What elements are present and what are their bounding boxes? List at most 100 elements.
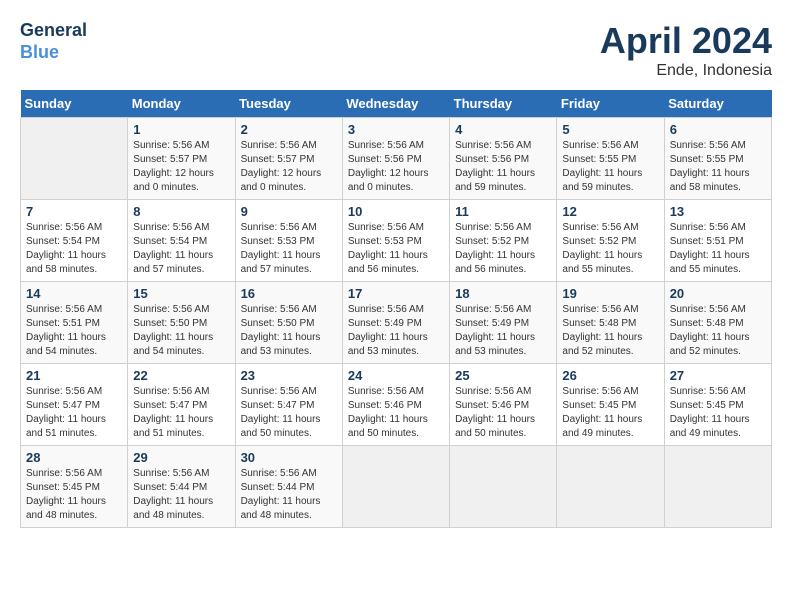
- day-number: 1: [133, 122, 229, 137]
- day-number: 22: [133, 368, 229, 383]
- calendar-week-5: 28 Sunrise: 5:56 AMSunset: 5:45 PMDayligh…: [21, 446, 772, 528]
- calendar-cell: 16 Sunrise: 5:56 AMSunset: 5:50 PMDayligh…: [235, 282, 342, 364]
- calendar-cell: 17Sunrise: 5:56 AMSunset: 5:49 PMDayligh…: [342, 282, 449, 364]
- calendar-cell: 30 Sunrise: 5:56 AMSunset: 5:44 PMDayligh…: [235, 446, 342, 528]
- logo-general: General: [20, 20, 87, 42]
- day-info: Sunrise: 5:56 AMSunset: 5:44 PMDaylight:…: [241, 467, 337, 523]
- day-number: 7: [26, 204, 122, 219]
- day-number: 2: [241, 122, 337, 137]
- day-info: Sunrise: 5:56 AMSunset: 5:46 PMDaylight:…: [348, 385, 444, 441]
- day-number: 13: [670, 204, 766, 219]
- day-header-sunday: Sunday: [21, 90, 128, 118]
- day-number: 14: [26, 286, 122, 301]
- calendar-cell: 26Sunrise: 5:56 AMSunset: 5:45 PMDayligh…: [557, 364, 664, 446]
- calendar-week-2: 7 Sunrise: 5:56 AMSunset: 5:54 PMDaylight…: [21, 200, 772, 282]
- calendar-cell: 19 Sunrise: 5:56 AMSunset: 5:48 PMDayligh…: [557, 282, 664, 364]
- day-info: Sunrise: 5:56 AMSunset: 5:55 PMDaylight:…: [670, 139, 766, 195]
- day-header-thursday: Thursday: [450, 90, 557, 118]
- calendar-cell: 14 Sunrise: 5:56 AMSunset: 5:51 PMDayligh…: [21, 282, 128, 364]
- day-number: 24: [348, 368, 444, 383]
- day-info: Sunrise: 5:56 AMSunset: 5:45 PMDaylight:…: [670, 385, 766, 441]
- day-number: 30: [241, 450, 337, 465]
- day-info: Sunrise: 5:56 AMSunset: 5:51 PMDaylight:…: [26, 303, 122, 359]
- day-number: 21: [26, 368, 122, 383]
- calendar-week-3: 14 Sunrise: 5:56 AMSunset: 5:51 PMDayligh…: [21, 282, 772, 364]
- day-info: Sunrise: 5:56 AMSunset: 5:49 PMDaylight:…: [455, 303, 551, 359]
- calendar-cell: [664, 446, 771, 528]
- day-info: Sunrise: 5:56 AMSunset: 5:57 PMDaylight:…: [241, 139, 337, 195]
- calendar-header-row: SundayMondayTuesdayWednesdayThursdayFrid…: [21, 90, 772, 118]
- logo: General Blue: [20, 20, 87, 63]
- calendar-cell: 11 Sunrise: 5:56 AMSunset: 5:52 PMDayligh…: [450, 200, 557, 282]
- month-title: April 2024: [600, 20, 772, 62]
- day-number: 29: [133, 450, 229, 465]
- day-number: 26: [562, 368, 658, 383]
- day-info: Sunrise: 5:56 AMSunset: 5:57 PMDaylight:…: [133, 139, 229, 195]
- calendar-cell: 22Sunrise: 5:56 AMSunset: 5:47 PMDayligh…: [128, 364, 235, 446]
- day-info: Sunrise: 5:56 AMSunset: 5:50 PMDaylight:…: [241, 303, 337, 359]
- calendar-cell: 3 Sunrise: 5:56 AMSunset: 5:56 PMDaylight…: [342, 118, 449, 200]
- calendar-cell: 10 Sunrise: 5:56 AMSunset: 5:53 PMDayligh…: [342, 200, 449, 282]
- calendar-cell: 27Sunrise: 5:56 AMSunset: 5:45 PMDayligh…: [664, 364, 771, 446]
- day-header-tuesday: Tuesday: [235, 90, 342, 118]
- day-info: Sunrise: 5:56 AMSunset: 5:53 PMDaylight:…: [241, 221, 337, 277]
- day-number: 6: [670, 122, 766, 137]
- calendar-cell: 6 Sunrise: 5:56 AMSunset: 5:55 PMDaylight…: [664, 118, 771, 200]
- page-header: General Blue April 2024 Ende, Indonesia: [20, 20, 772, 80]
- day-info: Sunrise: 5:56 AMSunset: 5:45 PMDaylight:…: [26, 467, 122, 523]
- day-number: 10: [348, 204, 444, 219]
- day-number: 9: [241, 204, 337, 219]
- calendar-cell: [21, 118, 128, 200]
- day-info: Sunrise: 5:56 AMSunset: 5:46 PMDaylight:…: [455, 385, 551, 441]
- calendar-cell: 25 Sunrise: 5:56 AMSunset: 5:46 PMDayligh…: [450, 364, 557, 446]
- day-number: 18: [455, 286, 551, 301]
- day-info: Sunrise: 5:56 AMSunset: 5:44 PMDaylight:…: [133, 467, 229, 523]
- day-info: Sunrise: 5:56 AMSunset: 5:56 PMDaylight:…: [348, 139, 444, 195]
- day-header-friday: Friday: [557, 90, 664, 118]
- day-info: Sunrise: 5:56 AMSunset: 5:56 PMDaylight:…: [455, 139, 551, 195]
- day-header-monday: Monday: [128, 90, 235, 118]
- day-info: Sunrise: 5:56 AMSunset: 5:54 PMDaylight:…: [133, 221, 229, 277]
- day-number: 16: [241, 286, 337, 301]
- calendar-cell: 1 Sunrise: 5:56 AMSunset: 5:57 PMDaylight…: [128, 118, 235, 200]
- calendar-cell: 18 Sunrise: 5:56 AMSunset: 5:49 PMDayligh…: [450, 282, 557, 364]
- day-info: Sunrise: 5:56 AMSunset: 5:54 PMDaylight:…: [26, 221, 122, 277]
- calendar-cell: 29 Sunrise: 5:56 AMSunset: 5:44 PMDayligh…: [128, 446, 235, 528]
- calendar-cell: 13 Sunrise: 5:56 AMSunset: 5:51 PMDayligh…: [664, 200, 771, 282]
- calendar-cell: [450, 446, 557, 528]
- day-number: 28: [26, 450, 122, 465]
- calendar-cell: 20Sunrise: 5:56 AMSunset: 5:48 PMDayligh…: [664, 282, 771, 364]
- day-info: Sunrise: 5:56 AMSunset: 5:50 PMDaylight:…: [133, 303, 229, 359]
- calendar-week-4: 21 Sunrise: 5:56 AMSunset: 5:47 PMDayligh…: [21, 364, 772, 446]
- day-number: 5: [562, 122, 658, 137]
- day-number: 25: [455, 368, 551, 383]
- day-info: Sunrise: 5:56 AMSunset: 5:51 PMDaylight:…: [670, 221, 766, 277]
- calendar-cell: 8 Sunrise: 5:56 AMSunset: 5:54 PMDaylight…: [128, 200, 235, 282]
- day-info: Sunrise: 5:56 AMSunset: 5:52 PMDaylight:…: [562, 221, 658, 277]
- day-number: 19: [562, 286, 658, 301]
- day-info: Sunrise: 5:56 AMSunset: 5:53 PMDaylight:…: [348, 221, 444, 277]
- location-subtitle: Ende, Indonesia: [600, 62, 772, 80]
- day-info: Sunrise: 5:56 AMSunset: 5:52 PMDaylight:…: [455, 221, 551, 277]
- calendar-cell: 12Sunrise: 5:56 AMSunset: 5:52 PMDayligh…: [557, 200, 664, 282]
- calendar-cell: 7 Sunrise: 5:56 AMSunset: 5:54 PMDaylight…: [21, 200, 128, 282]
- calendar-cell: 5Sunrise: 5:56 AMSunset: 5:55 PMDaylight…: [557, 118, 664, 200]
- day-number: 3: [348, 122, 444, 137]
- day-number: 8: [133, 204, 229, 219]
- day-number: 15: [133, 286, 229, 301]
- calendar-cell: 23Sunrise: 5:56 AMSunset: 5:47 PMDayligh…: [235, 364, 342, 446]
- calendar-cell: 4 Sunrise: 5:56 AMSunset: 5:56 PMDaylight…: [450, 118, 557, 200]
- title-block: April 2024 Ende, Indonesia: [600, 20, 772, 80]
- calendar-week-1: 1 Sunrise: 5:56 AMSunset: 5:57 PMDaylight…: [21, 118, 772, 200]
- day-number: 4: [455, 122, 551, 137]
- day-header-wednesday: Wednesday: [342, 90, 449, 118]
- calendar-cell: 15 Sunrise: 5:56 AMSunset: 5:50 PMDayligh…: [128, 282, 235, 364]
- day-info: Sunrise: 5:56 AMSunset: 5:47 PMDaylight:…: [241, 385, 337, 441]
- day-info: Sunrise: 5:56 AMSunset: 5:47 PMDaylight:…: [26, 385, 122, 441]
- calendar-cell: 9 Sunrise: 5:56 AMSunset: 5:53 PMDaylight…: [235, 200, 342, 282]
- calendar-cell: 28 Sunrise: 5:56 AMSunset: 5:45 PMDayligh…: [21, 446, 128, 528]
- calendar-cell: 21 Sunrise: 5:56 AMSunset: 5:47 PMDayligh…: [21, 364, 128, 446]
- day-info: Sunrise: 5:56 AMSunset: 5:48 PMDaylight:…: [562, 303, 658, 359]
- calendar-table: SundayMondayTuesdayWednesdayThursdayFrid…: [20, 90, 772, 528]
- day-number: 11: [455, 204, 551, 219]
